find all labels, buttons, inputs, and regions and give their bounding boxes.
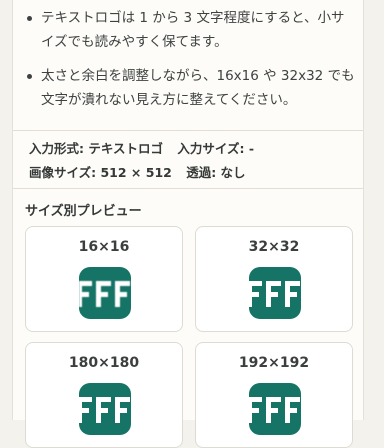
- fff-logo-icon: [249, 383, 301, 435]
- preview-card-180: 180×180: [25, 342, 183, 448]
- preview-panel: テキストロゴは 1 から 3 文字程度にすると、小サイズでも読みやすく保てます。…: [12, 0, 364, 448]
- preview-card-192: 192×192: [195, 342, 353, 448]
- bullet-icon: [27, 74, 32, 79]
- divider: [13, 130, 363, 131]
- preview-card-32: 32×32: [195, 226, 353, 332]
- meta-row: 画像サイズ: 512 × 512 透過: なし: [29, 161, 359, 185]
- tip-item: テキストロゴは 1 から 3 文字程度にすると、小サイズでも読みやすく保てます。: [25, 6, 355, 54]
- tip-text: 太さと余白を調整しながら、16x16 や 32x32 でも文字が潰れない見え方に…: [41, 68, 355, 108]
- divider: [13, 188, 363, 189]
- tips-list: テキストロゴは 1 から 3 文字程度にすると、小サイズでも読みやすく保てます。…: [25, 6, 355, 122]
- preview-size-label: 180×180: [68, 355, 140, 371]
- fff-logo-icon: [79, 383, 131, 435]
- preview-size-label: 16×16: [78, 239, 130, 255]
- transparency: 透過: なし: [186, 165, 246, 180]
- input-size: 入力サイズ: -: [177, 141, 255, 156]
- fff-logo-icon: [249, 267, 301, 319]
- tip-text: テキストロゴは 1 から 3 文字程度にすると、小サイズでも読みやすく保てます。: [41, 10, 345, 50]
- input-format: 入力形式: テキストロゴ: [29, 141, 163, 156]
- fff-logo-icon: [79, 267, 131, 319]
- bullet-icon: [27, 16, 32, 21]
- image-size: 画像サイズ: 512 × 512: [29, 165, 172, 180]
- preview-card-16: 16×16: [25, 226, 183, 332]
- tip-item: 太さと余白を調整しながら、16x16 や 32x32 でも文字が潰れない見え方に…: [25, 64, 355, 112]
- preview-size-label: 32×32: [248, 239, 300, 255]
- preview-size-label: 192×192: [238, 355, 310, 371]
- preview-heading: サイズ別プレビュー: [25, 204, 142, 219]
- meta-row: 入力形式: テキストロゴ 入力サイズ: -: [29, 137, 359, 161]
- image-meta: 入力形式: テキストロゴ 入力サイズ: - 画像サイズ: 512 × 512 透…: [29, 137, 359, 185]
